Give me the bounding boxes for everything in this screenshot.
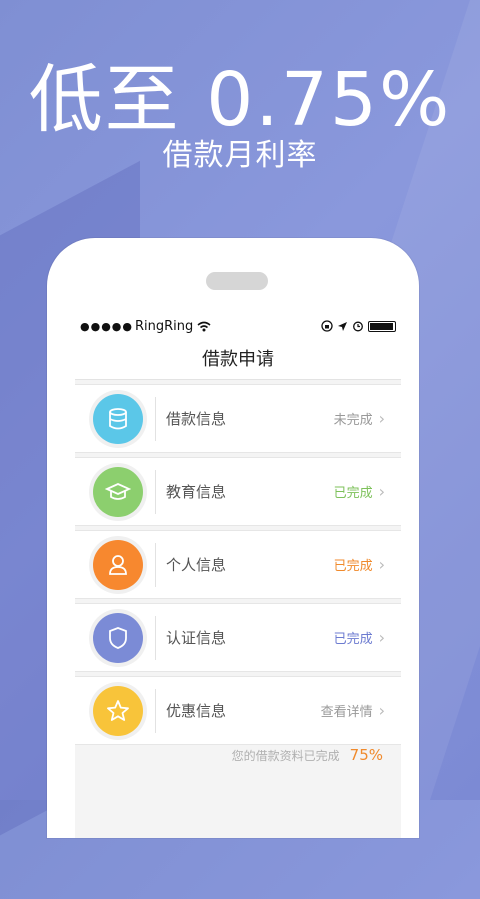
- completion-percent: 75%: [349, 746, 383, 764]
- list-item-loan-info[interactable]: 借款信息 未完成 ›: [75, 384, 401, 453]
- item-label: 个人信息: [166, 556, 227, 574]
- row-divider: [155, 615, 156, 660]
- database-icon: [93, 393, 143, 444]
- graduation-cap-icon: [93, 466, 143, 517]
- chevron-right-icon: ›: [378, 555, 385, 574]
- row-divider: [155, 396, 156, 441]
- list-item-verification-info[interactable]: 认证信息 已完成 ›: [75, 603, 401, 672]
- wifi-icon: [197, 321, 211, 331]
- row-divider: [155, 688, 156, 733]
- status-bar: ●●●●● RingRing: [75, 316, 401, 336]
- chevron-right-icon: ›: [378, 482, 385, 501]
- completion-footer: 您的借款资料已完成 75%: [75, 740, 401, 770]
- phone-frame: ●●●●● RingRing 借款申请 借款信息 未完成 › 教育信息 已完成 …: [47, 238, 419, 838]
- phone-speaker: [206, 272, 268, 290]
- item-status: 已完成: [333, 632, 373, 647]
- status-right: [321, 320, 396, 332]
- location-icon: [338, 321, 347, 331]
- item-status: 查看详情: [320, 705, 373, 720]
- list-item-discount-info[interactable]: 优惠信息 查看详情 ›: [75, 676, 401, 745]
- item-label: 教育信息: [166, 483, 227, 501]
- completion-text: 您的借款资料已完成: [231, 748, 340, 763]
- nav-title: 借款申请: [75, 336, 401, 380]
- person-icon: [93, 539, 143, 590]
- battery-icon: [368, 320, 396, 332]
- item-status: 已完成: [333, 486, 373, 501]
- carrier-name: RingRing: [135, 318, 194, 334]
- row-divider: [155, 542, 156, 587]
- item-status: 已完成: [333, 559, 373, 574]
- list-item-education-info[interactable]: 教育信息 已完成 ›: [75, 457, 401, 526]
- signal-strength: ●●●●●: [80, 319, 133, 333]
- item-label: 优惠信息: [166, 702, 227, 720]
- chevron-right-icon: ›: [378, 628, 385, 647]
- info-list: 借款信息 未完成 › 教育信息 已完成 › 个人信息 已完成 › 认证信息 已完…: [75, 380, 401, 745]
- row-divider: [155, 469, 156, 514]
- list-item-personal-info[interactable]: 个人信息 已完成 ›: [75, 530, 401, 599]
- chevron-right-icon: ›: [378, 409, 385, 428]
- promo-subline: 借款月利率: [162, 138, 318, 173]
- chevron-right-icon: ›: [378, 701, 385, 720]
- shield-icon: [93, 612, 143, 663]
- phone-screen: ●●●●● RingRing 借款申请 借款信息 未完成 › 教育信息 已完成 …: [75, 316, 401, 838]
- star-icon: [93, 685, 143, 736]
- lock-rotation-icon: [321, 320, 333, 332]
- item-label: 认证信息: [166, 629, 227, 647]
- alarm-icon: [353, 321, 363, 332]
- item-label: 借款信息: [166, 410, 227, 428]
- item-status: 未完成: [333, 413, 373, 428]
